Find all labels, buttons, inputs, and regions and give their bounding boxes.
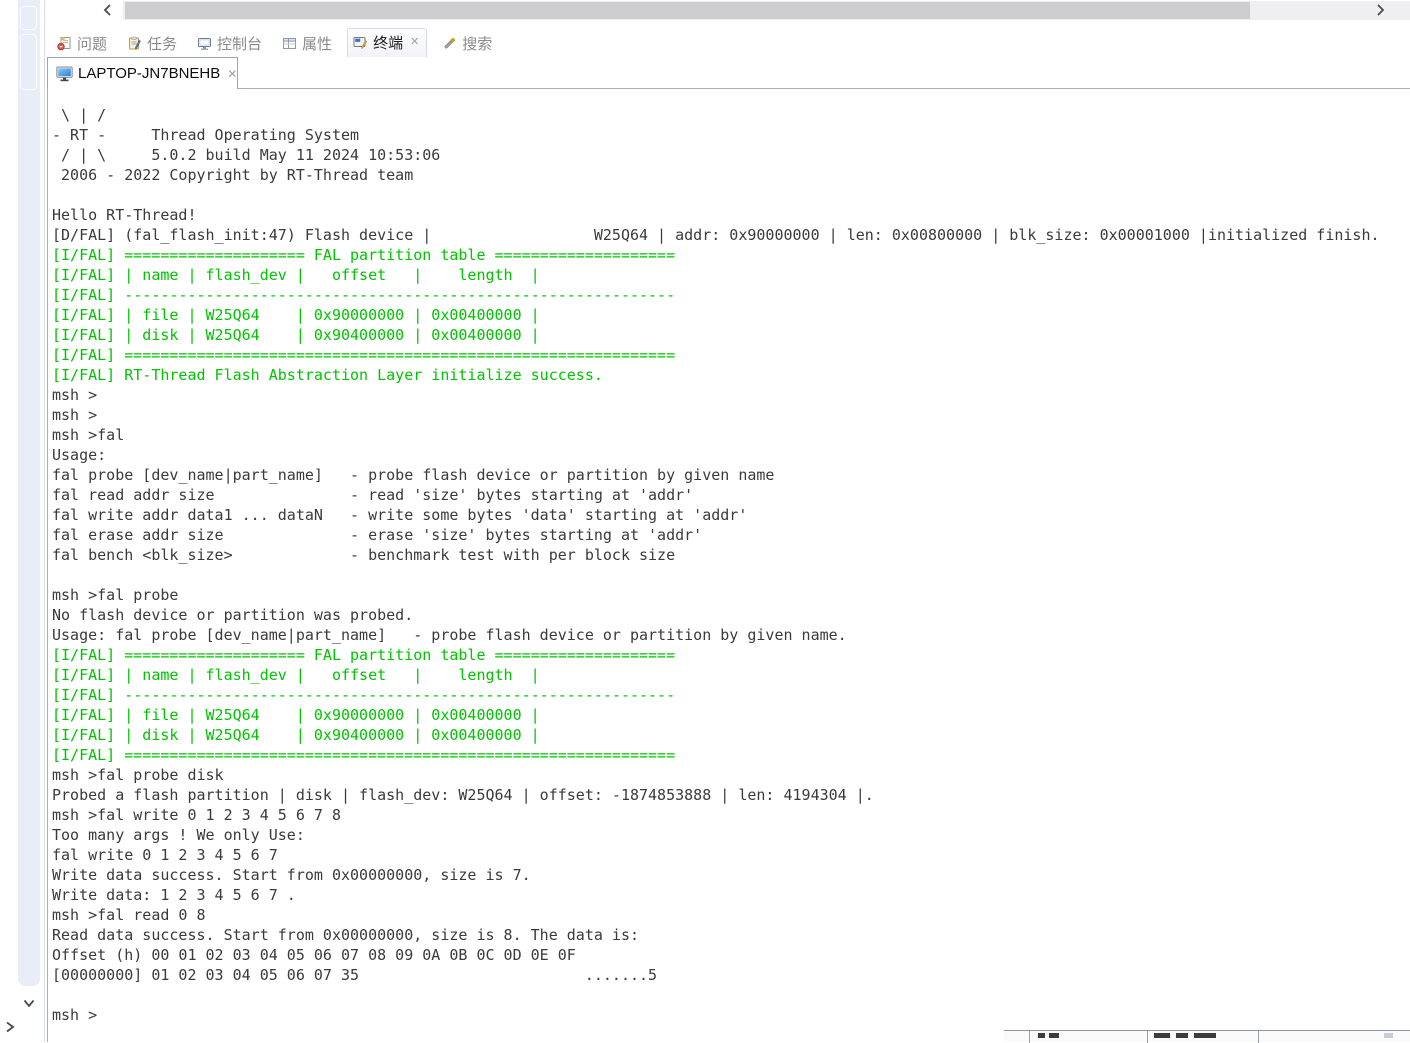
terminal-line: msh >	[52, 1006, 98, 1024]
terminal-line: [I/FAL] | disk | W25Q64 | 0x90400000 | 0…	[52, 726, 540, 744]
terminal-line: fal write addr data1 ... dataN - write s…	[52, 506, 748, 524]
terminal-line: fal write 0 1 2 3 4 5 6 7	[52, 846, 278, 864]
terminal-line: fal bench <blk_size> - benchmark test wi…	[52, 546, 676, 564]
terminal-line: msh >fal write 0 1 2 3 4 5 6 7 8	[52, 806, 341, 824]
terminal-line: \ | /	[52, 106, 107, 124]
terminal-line: [I/FAL] --------------------------------…	[52, 686, 676, 704]
clipped-text-fragment	[1038, 1033, 1045, 1038]
terminal-line: msh >fal read 0 8	[52, 906, 206, 924]
terminal-line: fal read addr size - read 'size' bytes s…	[52, 486, 694, 504]
tab-label: 终端	[373, 35, 404, 52]
terminal-line: [I/FAL] RT-Thread Flash Abstraction Laye…	[52, 366, 603, 384]
clipped-icon-fragment	[1384, 1033, 1393, 1038]
terminal-line: [I/FAL] | file | W25Q64 | 0x90000000 | 0…	[52, 706, 540, 724]
terminal-line: [I/FAL] | file | W25Q64 | 0x90000000 | 0…	[52, 306, 540, 324]
terminal-line: msh >fal probe	[52, 586, 179, 604]
terminal-line: / | \ 5.0.2 build May 11 2024 10:53:06	[52, 146, 441, 164]
clipped-text-fragment	[1176, 1033, 1188, 1038]
horizontal-scrollbar-thumb[interactable]	[125, 2, 1250, 19]
tab-label: 问题	[77, 35, 108, 53]
status-divider	[1029, 1031, 1030, 1043]
tab-label: 搜索	[462, 35, 493, 53]
left-trim-rail	[0, 0, 18, 1042]
restore-panel-chevron-right-icon[interactable]	[3, 1020, 17, 1034]
minimized-view-slot[interactable]	[20, 6, 37, 30]
close-icon[interactable]: ✕	[225, 68, 237, 80]
terminal-line: Write data success. Start from 0x0000000…	[52, 866, 531, 884]
terminal-line: No flash device or partition was probed.	[52, 606, 414, 624]
terminal-line: [D/FAL] (fal_flash_init:47) Flash device…	[52, 226, 1380, 244]
minimized-view-slot[interactable]	[20, 34, 37, 90]
terminal-line: [I/FAL] | name | flash_dev | offset | le…	[52, 666, 540, 684]
terminal-line: fal erase addr size - erase 'size' bytes…	[52, 526, 703, 544]
terminal-line: [I/FAL] ================================…	[52, 746, 676, 764]
terminal-line: Too many args ! We only Use:	[52, 826, 305, 844]
terminal-line: [00000000] 01 02 03 04 05 06 07 35 .....…	[52, 966, 658, 984]
tab-search[interactable]: 搜索	[437, 29, 497, 58]
terminal-line: msh >fal	[52, 426, 125, 444]
terminal-line: [I/FAL] ==================== FAL partiti…	[52, 646, 676, 664]
view-tab-bar: 问题 任务 控制台 属性 终端 ✕ 搜索	[45, 28, 1410, 58]
terminal-line: fal probe [dev_name|part_name] - probe f…	[52, 466, 775, 484]
tab-problems[interactable]: 问题	[52, 29, 112, 58]
terminal-line: Hello RT-Thread!	[52, 206, 197, 224]
terminal-line: - RT - Thread Operating System	[52, 126, 360, 144]
tab-console[interactable]: 控制台	[192, 29, 267, 58]
terminal-line: [I/FAL] ================================…	[52, 346, 676, 364]
terminal-line: [I/FAL] | disk | W25Q64 | 0x90400000 | 0…	[52, 326, 540, 344]
terminal-line: msh >fal probe disk	[52, 766, 224, 784]
panel-divider	[44, 0, 45, 1042]
monitor-icon	[56, 66, 73, 82]
tab-label: 属性	[302, 35, 333, 53]
search-icon	[442, 36, 457, 51]
terminal-session-tab[interactable]: LAPTOP-JN7BNEHB ✕	[47, 57, 238, 89]
terminal-line: [I/FAL] --------------------------------…	[52, 286, 676, 304]
tab-properties[interactable]: 属性	[277, 29, 337, 58]
minimized-view-strip[interactable]	[18, 0, 40, 986]
terminal-line: msh >	[52, 406, 98, 424]
terminal-line: Read data success. Start from 0x00000000…	[52, 926, 639, 944]
clipped-text-fragment	[1194, 1033, 1216, 1038]
scroll-right-chevron-icon[interactable]	[1372, 2, 1386, 16]
tasks-icon	[127, 36, 142, 51]
tab-tasks[interactable]: 任务	[122, 29, 182, 58]
terminal-line: Usage: fal probe [dev_name|part_name] - …	[52, 626, 847, 644]
close-icon[interactable]: ✕	[408, 37, 419, 48]
status-divider	[1258, 1031, 1259, 1043]
terminal-output[interactable]: \ | / - RT - Thread Operating System / | …	[48, 89, 1410, 1042]
terminal-line: 2006 - 2022 Copyright by RT-Thread team	[52, 166, 414, 184]
terminal-tab-label: LAPTOP-JN7BNEHB	[78, 65, 221, 82]
status-divider	[1147, 1031, 1148, 1043]
terminal-line: [I/FAL] ==================== FAL partiti…	[52, 246, 676, 264]
problems-icon	[57, 36, 72, 51]
status-bar-partial	[1004, 1030, 1410, 1043]
terminal-icon	[353, 35, 368, 50]
terminal-line: [I/FAL] | name | flash_dev | offset | le…	[52, 266, 540, 284]
terminal-line: msh >	[52, 386, 98, 404]
terminal-line: Offset (h) 00 01 02 03 04 05 06 07 08 09…	[52, 946, 576, 964]
tab-label: 控制台	[217, 35, 263, 53]
terminal-line: Write data: 1 2 3 4 5 6 7 .	[52, 886, 296, 904]
console-icon	[197, 36, 212, 51]
clipped-text-fragment	[1154, 1033, 1170, 1038]
properties-icon	[282, 36, 297, 51]
terminal-tab-row	[45, 57, 1410, 88]
tab-label: 任务	[147, 35, 178, 53]
terminal-line: Usage:	[52, 446, 107, 464]
tab-terminal[interactable]: 终端 ✕	[347, 28, 428, 58]
clipped-text-fragment	[1049, 1033, 1059, 1038]
terminal-line: Probed a flash partition | disk | flash_…	[52, 786, 874, 804]
scroll-left-chevron-icon[interactable]	[100, 2, 114, 16]
trim-scroll-chevron-down-icon[interactable]	[22, 996, 36, 1010]
